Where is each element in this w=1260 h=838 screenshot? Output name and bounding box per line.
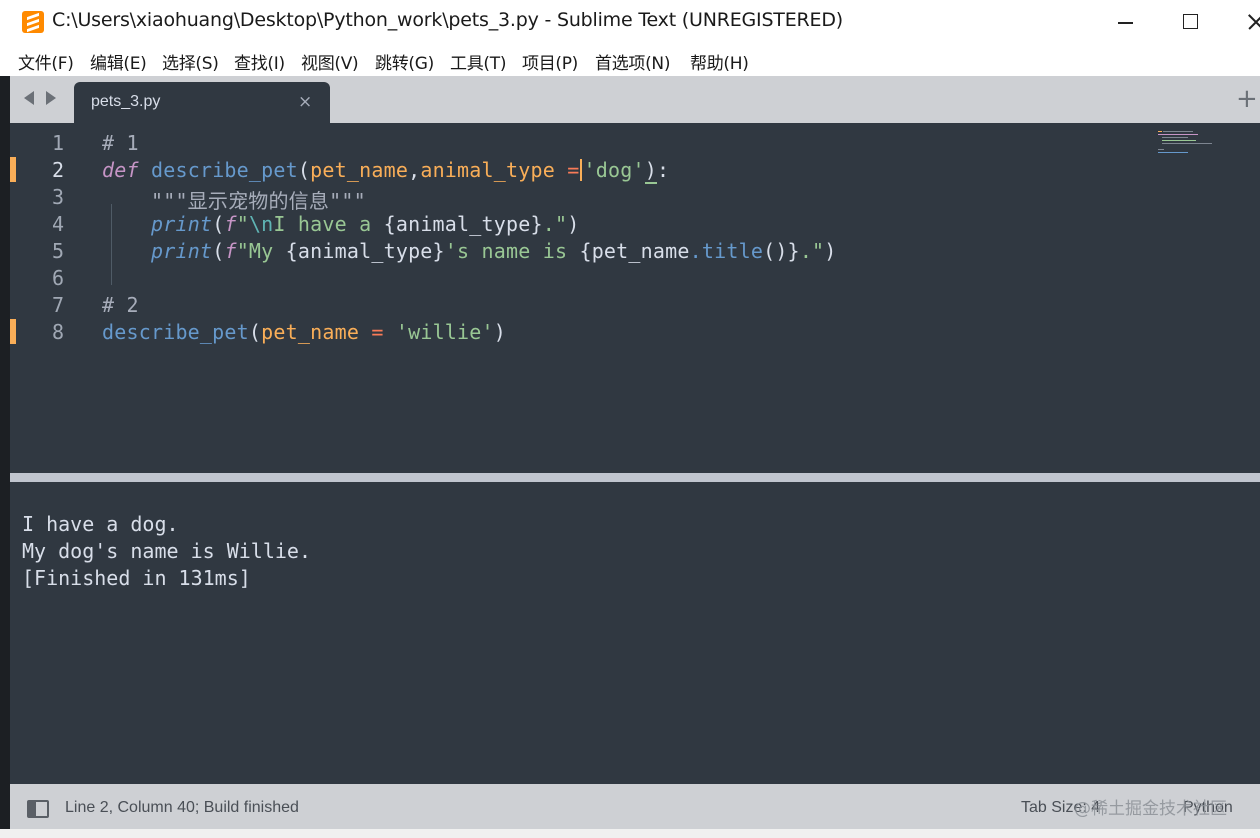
editor-window: pets_3.py × + 1 # 1 2 def describe_pet(p… <box>10 76 1260 829</box>
code-text: def describe_pet(pet_name,animal_type = '… <box>102 158 670 184</box>
code-text: print(f"\nI have a {animal_type}.") <box>150 212 580 236</box>
tab-close-icon[interactable]: × <box>298 92 312 112</box>
window-bottom-edge <box>0 829 1260 838</box>
panel-divider[interactable] <box>10 473 1260 482</box>
menu-goto[interactable]: 跳转(G) <box>375 49 434 74</box>
menu-file[interactable]: 文件(F) <box>18 49 74 74</box>
minimize-icon <box>1118 22 1133 24</box>
line-number: 5 <box>51 239 64 263</box>
menu-selection[interactable]: 选择(S) <box>162 49 219 74</box>
modified-line-marker <box>10 157 16 182</box>
new-tab-icon[interactable]: + <box>1236 84 1258 114</box>
line-number: 1 <box>51 131 64 155</box>
minimize-button[interactable] <box>1102 0 1148 44</box>
menu-bar: 文件(F) 编辑(E) 选择(S) 查找(I) 视图(V) 跳转(G) 工具(T… <box>0 44 1260 76</box>
output-line: I have a dog. <box>22 512 179 536</box>
arrow-left-icon[interactable] <box>24 91 34 105</box>
line-number: 4 <box>51 212 64 236</box>
code-text: # 2 <box>102 293 139 317</box>
line-number: 2 <box>51 158 64 182</box>
status-message: Line 2, Column 40; Build finished <box>65 799 299 816</box>
menu-project[interactable]: 项目(P) <box>522 49 578 74</box>
tab-pets-3-py[interactable]: pets_3.py × <box>74 82 330 123</box>
code-text: # 1 <box>102 131 139 155</box>
line-number: 7 <box>51 293 64 317</box>
menu-find[interactable]: 查找(I) <box>234 49 285 74</box>
output-line: My dog's name is Willie. <box>22 539 311 563</box>
tab-label: pets_3.py <box>91 93 161 110</box>
watermark: @稀土掘金技术社区 <box>1074 799 1227 819</box>
close-window-button[interactable] <box>1238 0 1260 44</box>
code-text: describe_pet(pet_name = 'willie') <box>102 320 507 344</box>
line-number: 3 <box>51 185 64 209</box>
code-line-3: 3 """显示宠物的信息""" <box>10 183 1150 213</box>
menu-edit[interactable]: 编辑(E) <box>90 49 147 74</box>
maximize-button[interactable] <box>1168 0 1214 44</box>
minimap[interactable] <box>1158 131 1218 153</box>
output-line: [Finished in 131ms] <box>22 566 251 590</box>
maximize-icon <box>1183 14 1198 29</box>
modified-line-marker <box>10 319 16 344</box>
code-text: print(f"My {animal_type}'s name is {pet_… <box>150 239 837 263</box>
status-bar: Line 2, Column 40; Build finished Tab Si… <box>10 784 1260 829</box>
code-line-6: 6 <box>10 264 1150 291</box>
code-line-8: 8 describe_pet(pet_name = 'willie') <box>10 318 1150 345</box>
menu-view[interactable]: 视图(V) <box>301 49 359 74</box>
code-line-1: 1 # 1 <box>10 129 1150 156</box>
menu-help[interactable]: 帮助(H) <box>690 49 749 74</box>
line-number: 8 <box>51 320 64 344</box>
build-output-panel[interactable]: I have a dog. My dog's name is Willie. [… <box>10 482 1260 784</box>
code-line-7: 7 # 2 <box>10 291 1150 318</box>
menu-preferences[interactable]: 首选项(N) <box>595 49 670 74</box>
window-titlebar: C:\Users\xiaohuang\Desktop\Python_work\p… <box>0 0 1260 44</box>
menu-tools[interactable]: 工具(T) <box>450 49 506 74</box>
arrow-right-icon[interactable] <box>46 91 56 105</box>
window-edge <box>0 76 10 829</box>
code-line-5: 5 print(f"My {animal_type}'s name is {pe… <box>10 237 1150 264</box>
tab-bar: pets_3.py × + <box>10 76 1260 123</box>
window-title: C:\Users\xiaohuang\Desktop\Python_work\p… <box>52 9 843 31</box>
line-number: 6 <box>51 266 64 290</box>
code-editor[interactable]: 1 # 1 2 def describe_pet(pet_name,animal… <box>10 123 1260 473</box>
sublime-text-logo-icon <box>22 11 44 33</box>
code-line-2: 2 def describe_pet(pet_name,animal_type … <box>10 156 1150 184</box>
code-line-4: 4 print(f"\nI have a {animal_type}.") <box>10 210 1150 237</box>
toggle-side-panel-icon[interactable] <box>27 800 49 818</box>
tab-nav-arrows-icon[interactable] <box>24 90 64 108</box>
